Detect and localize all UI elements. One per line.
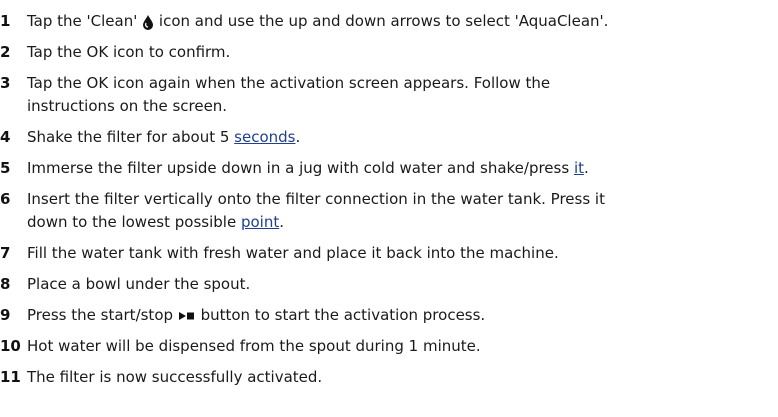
point-link[interactable]: point xyxy=(241,213,279,231)
seconds-link[interactable]: seconds xyxy=(234,128,295,146)
step-3: 3 Tap the OK icon again when the activat… xyxy=(0,72,778,118)
step-text: Press the start/stop button to start the… xyxy=(27,306,486,324)
start-stop-icon xyxy=(178,311,194,320)
step-number: 2 xyxy=(0,43,11,61)
step-6: 6 Insert the filter vertically onto the … xyxy=(0,188,778,234)
step-text: Shake the filter for about 5 seconds. xyxy=(27,128,301,146)
step-number: 4 xyxy=(0,128,11,146)
it-link[interactable]: it xyxy=(574,159,584,177)
step-number: 9 xyxy=(0,306,11,324)
step-number: 3 xyxy=(0,74,11,92)
step-11: 11 The filter is now successfully activa… xyxy=(0,366,778,389)
step-number: 1 xyxy=(0,12,11,30)
step-5: 5 Immerse the filter upside down in a ju… xyxy=(0,157,778,180)
step-text: Hot water will be dispensed from the spo… xyxy=(27,337,481,355)
step-text: Place a bowl under the spout. xyxy=(27,275,251,293)
step-number: 8 xyxy=(0,275,11,293)
step-number: 5 xyxy=(0,159,11,177)
step-text: The filter is now successfully activated… xyxy=(27,368,323,386)
step-text: Insert the filter vertically onto the fi… xyxy=(27,190,605,231)
step-4: 4 Shake the filter for about 5 seconds. xyxy=(0,126,778,149)
step-number: 6 xyxy=(0,190,11,208)
step-text: Tap the OK icon again when the activatio… xyxy=(27,74,551,115)
step-7: 7 Fill the water tank with fresh water a… xyxy=(0,242,778,265)
step-number: 7 xyxy=(0,244,11,262)
step-10: 10 Hot water will be dispensed from the … xyxy=(0,335,778,358)
instruction-steps: 1 Tap the 'Clean' icon and use the up an… xyxy=(0,0,778,417)
step-number: 10 xyxy=(0,337,21,355)
step-text: Fill the water tank with fresh water and… xyxy=(27,244,559,262)
step-number: 11 xyxy=(0,368,21,386)
step-text: Immerse the filter upside down in a jug … xyxy=(27,159,589,177)
water-drop-icon xyxy=(143,14,154,30)
step-text: Tap the OK icon to confirm. xyxy=(27,43,231,61)
step-2: 2 Tap the OK icon to confirm. xyxy=(0,41,778,64)
step-text: Tap the 'Clean' icon and use the up and … xyxy=(27,12,609,30)
step-8: 8 Place a bowl under the spout. xyxy=(0,273,778,296)
step-1: 1 Tap the 'Clean' icon and use the up an… xyxy=(0,10,778,33)
step-9: 9 Press the start/stop button to start t… xyxy=(0,304,778,327)
